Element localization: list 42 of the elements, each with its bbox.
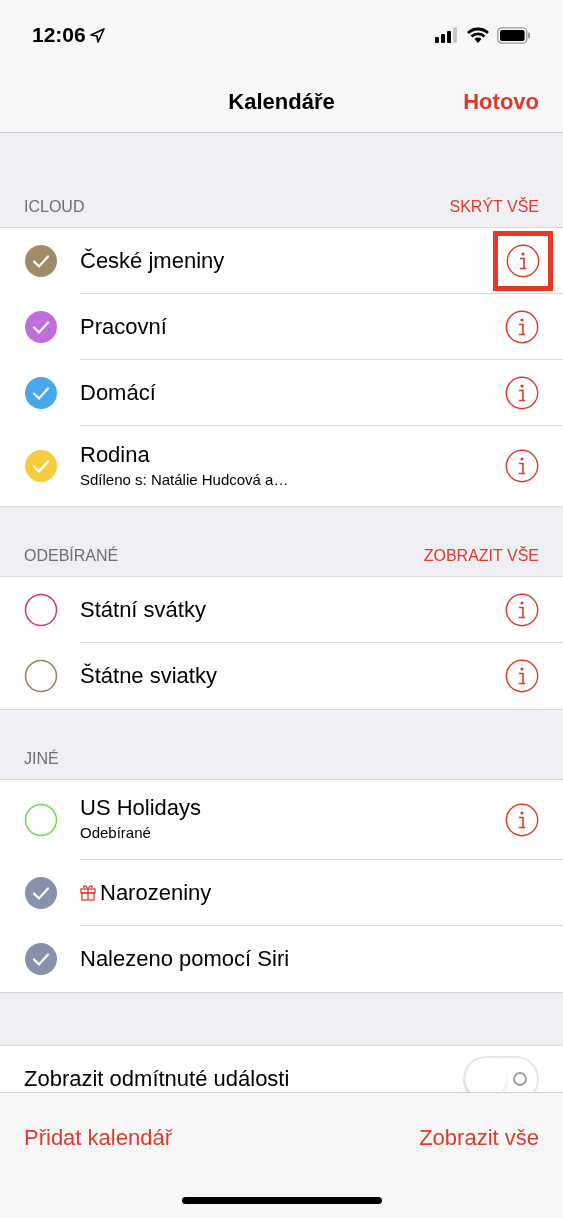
setting-label: Zobrazit odmítnuté události xyxy=(24,1065,290,1092)
calendar-name: Narozeniny xyxy=(100,878,212,907)
empty-circle-icon[interactable] xyxy=(24,659,58,693)
section-action-button[interactable]: ZOBRAZIT VŠE xyxy=(423,544,539,568)
info-icon[interactable] xyxy=(505,309,539,344)
checked-circle-icon[interactable] xyxy=(24,942,58,976)
checked-circle-icon[interactable] xyxy=(24,310,58,344)
toggle-switch[interactable] xyxy=(463,1055,539,1092)
status-time: 12:06 xyxy=(32,22,86,49)
info-icon[interactable] xyxy=(505,449,539,483)
info-icon[interactable] xyxy=(505,592,539,627)
info-icon[interactable] xyxy=(505,659,539,693)
section-header: JINÉ xyxy=(24,748,59,769)
empty-circle-icon[interactable] xyxy=(24,593,58,627)
calendar-name: České jmeniny xyxy=(80,246,225,275)
info-icon[interactable] xyxy=(505,802,539,837)
checked-circle-icon[interactable] xyxy=(24,244,58,278)
info-icon[interactable] xyxy=(505,375,539,410)
add-calendar-button[interactable]: Přidat kalendář xyxy=(24,1121,172,1154)
checked-circle-icon[interactable] xyxy=(24,376,58,410)
checked-circle-icon[interactable] xyxy=(24,876,58,910)
calendar-subtitle: Sdíleno s: Natálie Hudcová a… xyxy=(80,469,290,490)
calendar-name: Nalezeno pomocí Siri xyxy=(80,945,290,973)
calendar-name: Štátne sviatky xyxy=(80,662,217,690)
calendar-name: US Holidays xyxy=(80,794,202,823)
section-header: ODEBÍRANÉ xyxy=(24,545,119,566)
section-header: ICLOUD xyxy=(24,197,85,217)
info-icon[interactable] xyxy=(506,243,540,278)
location-arrow-icon xyxy=(89,27,105,43)
nav-title: Kalendáře xyxy=(228,87,335,116)
section-action-button[interactable]: SKRÝT VŠE xyxy=(449,195,539,219)
show-all-button[interactable]: Zobrazit vše xyxy=(419,1121,539,1154)
done-button[interactable]: Hotovo xyxy=(463,84,539,118)
calendar-subtitle: Odebírané xyxy=(80,823,152,844)
checked-circle-icon[interactable] xyxy=(24,449,58,483)
signal-icon xyxy=(435,27,459,43)
calendar-name: Pracovní xyxy=(80,312,167,341)
wifi-icon xyxy=(467,27,489,43)
calendar-name: Rodina xyxy=(80,440,150,469)
calendar-name: Státní svátky xyxy=(80,595,206,624)
battery-icon xyxy=(497,26,531,44)
calendar-name: Domácí xyxy=(80,378,156,407)
